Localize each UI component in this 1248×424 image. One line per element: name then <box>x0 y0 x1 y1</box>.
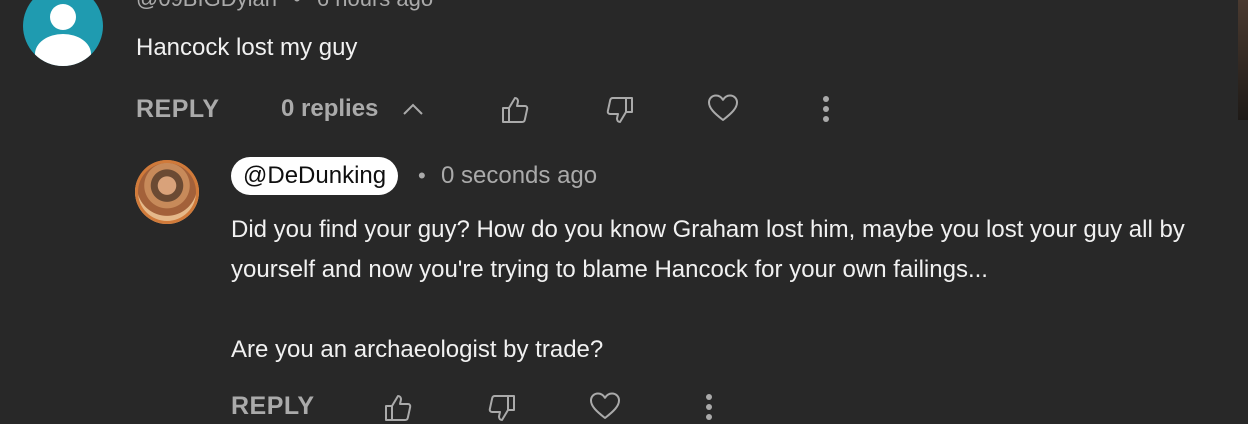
replies-toggle[interactable]: 0 replies <box>281 95 378 123</box>
reply-avatar[interactable] <box>135 160 199 224</box>
reply-comment-paragraph: Are you an archaeologist by trade? <box>231 336 604 363</box>
thumbs-down-icon[interactable] <box>604 94 636 126</box>
parent-comment-meta: @09BIGDylan • 6 hours ago <box>136 0 433 12</box>
parent-comment-time: 6 hours ago <box>317 0 433 11</box>
default-avatar-icon <box>50 4 76 30</box>
heart-icon[interactable] <box>706 92 740 124</box>
thumbs-up-icon[interactable] <box>382 392 414 424</box>
meta-separator: • <box>293 0 301 11</box>
video-thumbnail-edge <box>1238 0 1248 120</box>
thumbs-up-icon[interactable] <box>499 94 531 126</box>
more-vert-icon[interactable] <box>703 392 715 424</box>
reply-comment-paragraph: Did you find your guy? How do you know G… <box>231 216 1185 283</box>
parent-avatar[interactable] <box>23 0 103 66</box>
reply-comment-text: Did you find your guy? How do you know G… <box>231 210 1231 370</box>
parent-comment-handle[interactable]: @09BIGDylan <box>136 0 277 11</box>
parent-comment-text: Hancock lost my guy <box>136 34 358 61</box>
reply-reply-button[interactable]: REPLY <box>231 392 315 421</box>
chevron-up-icon[interactable] <box>400 98 426 120</box>
reply-comment-time: 0 seconds ago <box>441 162 598 189</box>
meta-separator: • <box>418 163 426 188</box>
thumbs-down-icon[interactable] <box>486 392 518 424</box>
parent-reply-button[interactable]: REPLY <box>136 95 220 124</box>
more-vert-icon[interactable] <box>820 94 832 126</box>
reply-comment-handle[interactable]: @DeDunking <box>231 157 399 195</box>
heart-icon[interactable] <box>588 390 622 422</box>
replies-count-label: 0 replies <box>281 95 379 122</box>
